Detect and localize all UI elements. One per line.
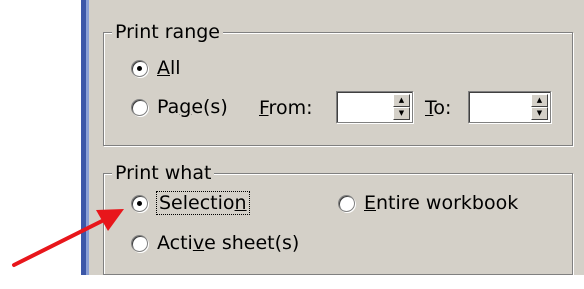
radio-all-label: All [157, 57, 181, 79]
radio-selection-button[interactable] [131, 194, 148, 212]
radio-all-button[interactable] [131, 59, 148, 77]
to-spin-up-icon[interactable]: ▲ [531, 94, 548, 107]
radio-pages-button[interactable] [131, 98, 148, 116]
print-range-legend: Print range [112, 21, 223, 43]
radio-pages-label: Page(s) [157, 96, 228, 118]
radio-entire-workbook-label: Entire workbook [364, 192, 519, 214]
to-spin-down-icon[interactable]: ▼ [531, 107, 548, 120]
radio-all[interactable]: All [131, 57, 181, 79]
radio-active-sheets-button[interactable] [131, 234, 148, 252]
radio-selection[interactable]: Selection [131, 191, 250, 215]
to-spinner[interactable]: ▲ ▼ [468, 91, 551, 123]
print-what-group: Print what [103, 162, 573, 275]
print-dialog: Print range All Page(s) From: ▲ ▼ To: ▲ … [89, 0, 584, 289]
radio-active-sheets-label: Active sheet(s) [157, 232, 300, 254]
from-spin-down-icon[interactable]: ▼ [393, 107, 410, 120]
print-range-group: Print range [103, 21, 573, 146]
radio-selection-label: Selection [156, 191, 250, 215]
print-what-legend: Print what [112, 162, 215, 184]
radio-pages[interactable]: Page(s) [131, 96, 228, 118]
from-spinner[interactable]: ▲ ▼ [336, 91, 413, 123]
to-label: To: [425, 97, 452, 119]
radio-entire-workbook-button[interactable] [338, 194, 355, 212]
from-spin-up-icon[interactable]: ▲ [393, 94, 410, 107]
radio-active-sheets[interactable]: Active sheet(s) [131, 232, 299, 254]
radio-entire-workbook[interactable]: Entire workbook [338, 192, 518, 214]
from-label: From: [259, 97, 313, 119]
